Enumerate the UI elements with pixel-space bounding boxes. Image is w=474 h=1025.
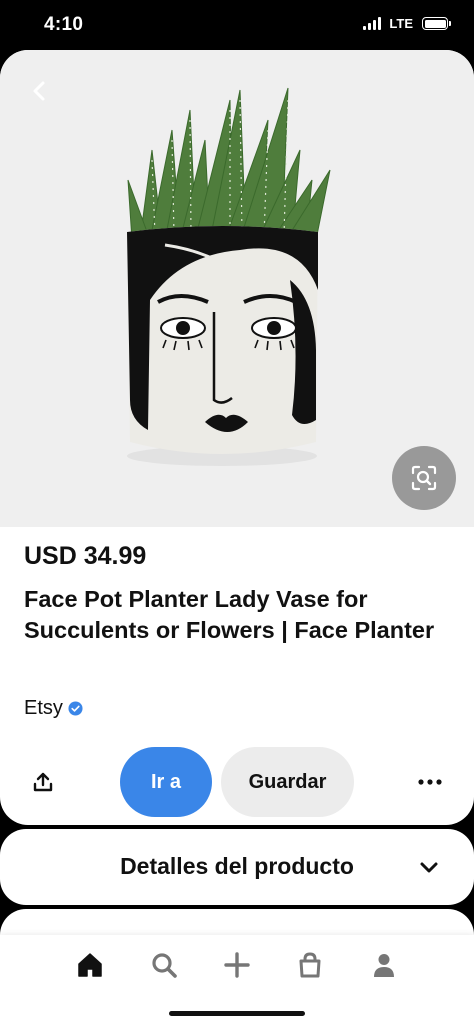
tab-create[interactable] [217, 945, 257, 985]
chevron-down-icon [420, 862, 438, 873]
create-icon [224, 952, 250, 978]
product-card: USD 34.99 Face Pot Planter Lady Vase for… [0, 50, 474, 825]
status-indicators: LTE [363, 16, 451, 31]
status-time: 4:10 [44, 14, 84, 35]
shopping-bag-icon [299, 952, 321, 978]
merchant-name[interactable]: Etsy [24, 697, 63, 720]
details-toggle[interactable] [416, 855, 442, 881]
search-icon [152, 953, 177, 978]
product-details-section[interactable]: Detalles del producto [0, 829, 474, 905]
home-icon [78, 953, 102, 977]
status-bar: 4:10 LTE [0, 0, 474, 50]
product-image[interactable] [0, 50, 474, 527]
bottom-tab-bar [0, 935, 474, 1025]
more-dots-icon [418, 779, 442, 785]
chevron-left-icon [33, 81, 45, 101]
product-title: Face Pot Planter Lady Vase for Succulent… [24, 586, 435, 643]
network-label: LTE [389, 16, 413, 31]
visual-search-icon [411, 465, 437, 491]
battery-icon [422, 17, 451, 30]
visual-search-button[interactable] [392, 446, 456, 510]
back-button[interactable] [22, 74, 56, 108]
merchant[interactable]: Etsy [24, 697, 83, 720]
more-options-button[interactable] [412, 766, 448, 798]
action-row: Ir a Guardar [0, 747, 474, 817]
signal-icon [363, 17, 382, 30]
visit-button[interactable]: Ir a [120, 747, 212, 817]
product-price: USD 34.99 [24, 542, 147, 570]
home-indicator [169, 1011, 305, 1016]
tab-profile[interactable] [364, 945, 404, 985]
share-icon [33, 772, 53, 792]
tab-shopping[interactable] [290, 945, 330, 985]
save-button[interactable]: Guardar [221, 747, 354, 817]
tab-home[interactable] [70, 945, 110, 985]
tab-search[interactable] [144, 945, 184, 985]
share-button[interactable] [26, 765, 60, 799]
verified-check-icon [68, 701, 83, 716]
product-details-title: Detalles del producto [120, 853, 354, 879]
profile-icon [374, 954, 394, 977]
